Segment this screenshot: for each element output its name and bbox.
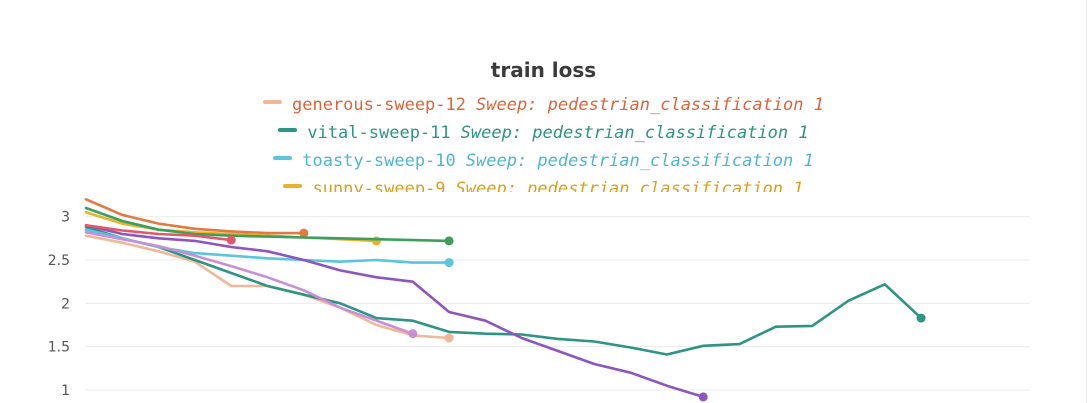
y-tick-label: 2 (61, 296, 70, 312)
legend-entry[interactable]: toasty-sweep-10 Sweep: pedestrian_classif… (0, 150, 1087, 178)
series-end-point[interactable] (698, 392, 708, 402)
legend-swatch (273, 156, 293, 160)
series-end-point[interactable] (444, 236, 454, 246)
legend-sweep-name: Sweep: pedestrian_classification 1 (476, 95, 824, 115)
series-end-point[interactable] (916, 313, 926, 323)
chart-legend: generous-sweep-12 Sweep: pedestrian_class… (0, 94, 1087, 192)
legend-swatch (263, 100, 282, 104)
legend-sweep-name: Sweep: pedestrian_classification 1 (465, 151, 814, 171)
y-tick-label: 2.5 (48, 253, 70, 269)
series-line[interactable] (84, 225, 923, 356)
legend-swatch (283, 184, 303, 188)
y-tick-label: 1.5 (48, 340, 70, 356)
legend-run-name: vital-sweep-11 (307, 123, 451, 143)
series-end-point[interactable] (444, 333, 454, 343)
series-run-5[interactable] (84, 206, 454, 246)
legend-run-name: sunny-sweep-9 (312, 179, 446, 192)
line-plot[interactable]: 3 2.5 2 1.5 1 (0, 195, 1087, 403)
series-end-point[interactable] (444, 258, 454, 268)
legend-entry[interactable]: vital-sweep-11 Sweep: pedestrian_classifi… (0, 122, 1087, 150)
legend-sweep-name: Sweep: pedestrian_classification 1 (460, 123, 809, 143)
legend-run-name: generous-sweep-12 (292, 95, 466, 115)
series-end-point[interactable] (371, 236, 381, 246)
y-axis-tick-labels: 3 2.5 2 1.5 1 (48, 210, 70, 399)
series-vital-sweep-11[interactable] (84, 225, 926, 356)
legend-entry[interactable]: sunny-sweep-9 Sweep: pedestrian_classific… (0, 178, 1087, 192)
chart-panel: train loss generous-sweep-12 Sweep: pedes… (0, 0, 1087, 403)
legend-run-name: toasty-sweep-10 (302, 151, 456, 171)
series-end-point[interactable] (226, 235, 236, 245)
legend-sweep-name: Sweep: pedestrian_classification 1 (455, 179, 804, 192)
chart-title: train loss (490, 58, 597, 82)
legend-swatch (278, 128, 298, 132)
legend-entry[interactable]: generous-sweep-12 Sweep: pedestrian_class… (0, 94, 1087, 122)
y-tick-label: 1 (61, 383, 70, 399)
y-tick-label: 3 (61, 210, 70, 226)
series-lines (84, 198, 926, 402)
series-end-point[interactable] (408, 329, 418, 339)
